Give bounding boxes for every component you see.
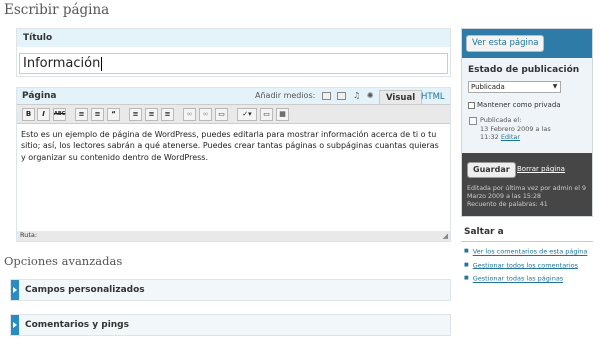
- jump-to-divider: [461, 241, 593, 242]
- path-label: Ruta:: [20, 231, 38, 239]
- editor-box: Página Añadir medios: ♫ ✺ Visual HTML B …: [16, 87, 451, 242]
- custom-fields-box[interactable]: Campos personalizados: [10, 279, 451, 301]
- published-date: 13 Febrero 2009 a las: [480, 124, 551, 133]
- view-page-bar: Ver esta página: [462, 29, 592, 58]
- align-right-button[interactable]: ≡: [161, 108, 174, 121]
- editor-toolbar: B I ABC ≡ ≡ “ ≡ ≡ ≡ ∞ ∞ ▭ ✓▾ ▭ ▦: [17, 104, 450, 124]
- chevron-down-icon: ▼: [552, 83, 558, 90]
- edited-line-1: Editada por última vez por admin el 9: [467, 185, 587, 192]
- insert-more-button[interactable]: ▭: [215, 108, 228, 121]
- media-bar: Añadir medios: ♫ ✺: [255, 91, 373, 100]
- align-center-button[interactable]: ≡: [145, 108, 158, 121]
- kitchen-sink-button[interactable]: ▦: [276, 108, 289, 121]
- view-page-button[interactable]: Ver esta página: [466, 35, 545, 52]
- title-input[interactable]: Información: [19, 53, 448, 74]
- publish-status-title: Estado de publicación: [468, 65, 580, 75]
- private-checkbox-label: Mantener como privada: [477, 101, 561, 109]
- bullet-list-button[interactable]: ≡: [75, 108, 88, 121]
- last-edited-info: Editada por última vez por admin el 9 Ma…: [467, 185, 591, 209]
- title-box-label: Título: [17, 29, 450, 47]
- private-checkbox[interactable]: [468, 101, 475, 109]
- private-checkbox-row[interactable]: Mantener como privada: [468, 101, 561, 109]
- edited-line-2: Marzo 2009 a las 15:28: [467, 193, 541, 200]
- insert-link-button[interactable]: ∞: [183, 108, 196, 121]
- title-box: Título Información: [16, 28, 451, 77]
- published-time: 11:32: [480, 133, 499, 141]
- add-media-icon[interactable]: ✺: [367, 91, 374, 100]
- edit-date-link[interactable]: Editar: [501, 133, 520, 141]
- list-item: Gestionar todos los comentarios: [464, 259, 587, 273]
- save-area: Guardar Borrar página Editada por última…: [462, 153, 592, 216]
- path-bar: Ruta: ◢: [17, 231, 450, 241]
- fullscreen-button[interactable]: ▭: [260, 108, 273, 121]
- jump-to-title: Saltar a: [464, 227, 504, 237]
- title-input-value: Información: [23, 56, 101, 71]
- manage-pages-link[interactable]: Gestionar todas las páginas: [473, 275, 563, 283]
- align-left-button[interactable]: ≡: [129, 108, 142, 121]
- save-button[interactable]: Guardar: [467, 162, 516, 178]
- published-info: Publicada el: 13 Febrero 2009 a las 11:3…: [480, 116, 551, 142]
- spellcheck-button[interactable]: ✓▾: [237, 108, 257, 121]
- status-select-value: Publicada: [471, 83, 505, 91]
- list-item: Ver los comentarios de esta página: [464, 245, 588, 259]
- publish-sidebar: Ver esta página Estado de publicación Pu…: [461, 28, 593, 217]
- jump-to-list: Ver los comentarios de esta página Gesti…: [464, 245, 588, 286]
- comments-pings-label: Comentarios y pings: [25, 320, 129, 330]
- add-audio-icon[interactable]: ♫: [353, 91, 360, 100]
- expand-arrow-icon[interactable]: [11, 280, 19, 300]
- add-video-icon[interactable]: [337, 91, 347, 100]
- tab-html[interactable]: HTML: [415, 90, 451, 105]
- calendar-icon: [469, 117, 477, 125]
- list-item: Gestionar todas las páginas: [464, 272, 587, 286]
- add-image-icon[interactable]: [321, 91, 331, 100]
- custom-fields-label: Campos personalizados: [25, 285, 145, 295]
- comments-pings-box[interactable]: Comentarios y pings: [10, 314, 451, 336]
- resize-handle-icon[interactable]: ◢: [443, 232, 448, 240]
- blockquote-button[interactable]: “: [107, 108, 120, 121]
- bold-button[interactable]: B: [22, 108, 35, 121]
- advanced-options-title: Opciones avanzadas: [4, 254, 123, 268]
- text-caret: [101, 56, 103, 71]
- published-label: Publicada el:: [480, 116, 522, 124]
- view-comments-link[interactable]: Ver los comentarios de esta página: [473, 248, 588, 256]
- unlink-button[interactable]: ∞: [199, 108, 212, 121]
- strikethrough-button[interactable]: ABC: [53, 108, 66, 121]
- manage-comments-link[interactable]: Gestionar todos los comentarios: [473, 261, 578, 269]
- expand-arrow-icon[interactable]: [11, 315, 19, 335]
- editor-label: Página: [22, 91, 57, 101]
- page-title: Escribir página: [4, 2, 110, 18]
- status-select[interactable]: Publicada ▼: [468, 81, 561, 93]
- editor-content[interactable]: Esto es un ejemplo de página de WordPres…: [17, 124, 450, 232]
- word-count: Recuento de palabras: 41: [467, 201, 548, 208]
- media-label: Añadir medios:: [255, 91, 316, 100]
- numbered-list-button[interactable]: ≡: [91, 108, 104, 121]
- italic-button[interactable]: I: [37, 108, 50, 121]
- delete-page-link[interactable]: Borrar página: [517, 165, 565, 173]
